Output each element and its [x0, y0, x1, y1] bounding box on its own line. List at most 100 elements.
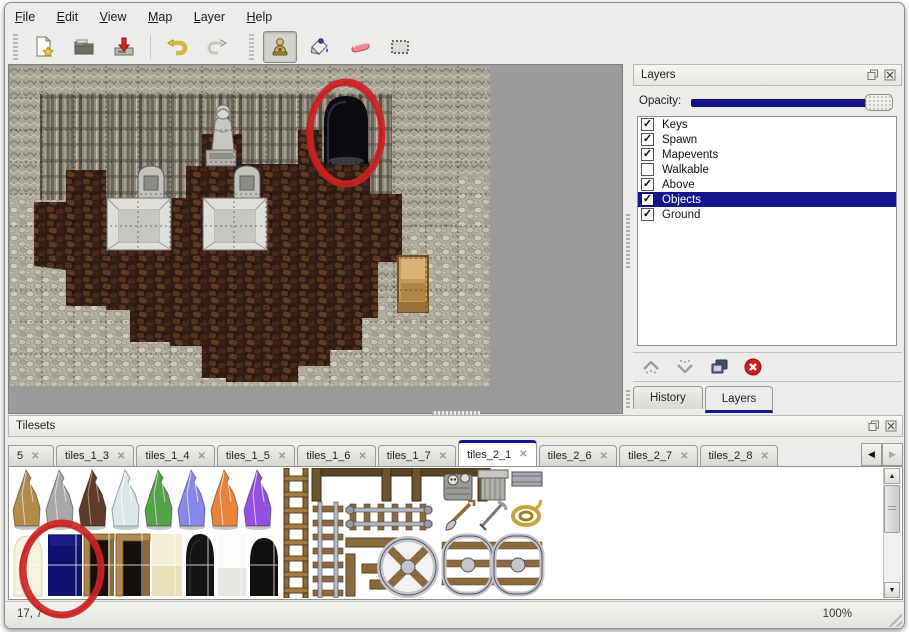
layer-checkbox[interactable]: ✓ [641, 208, 654, 221]
delete-layer-button[interactable] [741, 355, 765, 379]
close-panel-icon[interactable] [883, 68, 897, 82]
layer-row-keys[interactable]: ✓ Keys [638, 117, 896, 132]
close-tab-icon[interactable]: ✕ [680, 451, 688, 462]
menu-map[interactable]: Map [148, 10, 172, 24]
tileset-tab-4[interactable]: tiles_1_6 ✕ [297, 445, 375, 466]
zoom-level: 100% [823, 608, 852, 620]
layer-label: Ground [662, 209, 700, 221]
raise-layer-icon [641, 357, 661, 377]
vertical-splitter[interactable] [624, 64, 632, 414]
tile-crystal-3 [112, 470, 139, 530]
tile-shovel [446, 501, 474, 530]
opacity-slider-thumb[interactable] [865, 94, 893, 111]
scroll-up-button[interactable]: ▲ [884, 468, 900, 484]
delete-layer-icon [743, 357, 763, 377]
close-panel-icon[interactable] [884, 419, 898, 433]
tileset-tab-5[interactable]: tiles_1_7 ✕ [378, 445, 456, 466]
layers-panel-header: Layers [633, 64, 902, 86]
close-tab-icon[interactable]: ✕ [519, 449, 527, 460]
tileset-tab-0[interactable]: 5 ✕ [8, 445, 54, 466]
scroll-down-button[interactable]: ▼ [884, 582, 900, 598]
toolbar-grip[interactable] [13, 34, 18, 60]
new-file-button[interactable] [27, 31, 61, 63]
float-panel-icon[interactable] [866, 68, 880, 82]
layer-row-walkable[interactable]: Walkable [638, 162, 896, 177]
layer-row-above[interactable]: ✓ Above [638, 177, 896, 192]
layer-checkbox[interactable]: ✓ [641, 178, 654, 191]
save-file-button[interactable] [107, 31, 141, 63]
opacity-slider-track[interactable] [691, 99, 867, 107]
close-tab-icon[interactable]: ✕ [117, 451, 125, 462]
tileset-tab-9[interactable]: tiles_2_8 ✕ [700, 445, 778, 466]
tab-scroll-left-button[interactable]: ◀ [861, 443, 882, 466]
open-file-button[interactable] [67, 31, 101, 63]
layer-row-ground[interactable]: ✓ Ground [638, 207, 896, 222]
stone-platform-right [203, 198, 267, 250]
resize-grip[interactable] [886, 611, 902, 627]
stamp-tool-button[interactable] [263, 31, 297, 63]
layer-row-objects[interactable]: ✓ Objects [638, 192, 896, 207]
close-tab-icon[interactable]: ✕ [31, 451, 39, 462]
layer-row-mapevents[interactable]: ✓ Mapevents [638, 147, 896, 162]
menu-edit[interactable]: Edit [57, 10, 79, 24]
tileset-tab-6-active[interactable]: tiles_2_1 ✕ [458, 440, 536, 466]
layer-checkbox[interactable]: ✓ [641, 118, 654, 131]
dock-tab-bar: History Layers [633, 386, 775, 412]
tab-history[interactable]: History [633, 386, 703, 409]
layer-checkbox[interactable]: ✓ [641, 193, 654, 206]
tileset-vertical-scrollbar[interactable]: ▲ ▼ [883, 468, 901, 598]
menu-view[interactable]: View [100, 10, 127, 24]
tileset-tab-8[interactable]: tiles_2_7 ✕ [619, 445, 697, 466]
map-canvas[interactable] [8, 64, 623, 414]
tab-scroll-right-button[interactable]: ▶ [882, 443, 903, 466]
undo-button[interactable] [160, 31, 194, 63]
layer-row-spawn[interactable]: ✓ Spawn [638, 132, 896, 147]
tileset-tab-1[interactable]: tiles_1_3 ✕ [56, 445, 134, 466]
menu-layer[interactable]: Layer [194, 10, 225, 24]
menu-help[interactable]: Help [246, 10, 272, 24]
menu-file[interactable]: File [15, 10, 35, 24]
tile-crystal-1 [46, 470, 73, 530]
close-tab-icon[interactable]: ✕ [761, 451, 769, 462]
tileset-tab-3[interactable]: tiles_1_5 ✕ [217, 445, 295, 466]
close-tab-icon[interactable]: ✕ [278, 451, 286, 462]
tile-ladder [284, 468, 308, 598]
layer-label: Spawn [662, 134, 697, 146]
gravestone-right [234, 166, 260, 200]
tileset-content[interactable]: ▲ ▼ [8, 466, 903, 600]
opacity-label: Opacity: [639, 95, 681, 107]
tileset-tab-7[interactable]: tiles_2_6 ✕ [539, 445, 617, 466]
scrollbar-thumb[interactable] [884, 485, 900, 533]
float-panel-icon[interactable] [867, 419, 881, 433]
layer-label: Mapevents [662, 149, 718, 161]
layer-buttons [633, 352, 902, 382]
app-window: File Edit View Map Layer Help [4, 2, 905, 629]
tile-crystal-6 [211, 470, 238, 530]
layer-label: Above [662, 179, 695, 191]
eraser-tool-button[interactable] [343, 31, 377, 63]
layer-checkbox[interactable] [641, 163, 654, 176]
select-tool-button[interactable] [383, 31, 417, 63]
layers-panel-title: Layers [641, 69, 676, 81]
close-tab-icon[interactable]: ✕ [439, 451, 447, 462]
close-tab-icon[interactable]: ✕ [197, 451, 205, 462]
vertical-splitter-grip[interactable] [626, 214, 630, 270]
layer-checkbox[interactable]: ✓ [641, 148, 654, 161]
layer-checkbox[interactable]: ✓ [641, 133, 654, 146]
raise-layer-button[interactable] [639, 355, 663, 379]
fill-bucket-icon [308, 35, 332, 59]
new-file-icon [32, 35, 56, 59]
tab-layers[interactable]: Layers [705, 386, 774, 413]
close-tab-icon[interactable]: ✕ [600, 451, 608, 462]
tileset-tab-2[interactable]: tiles_1_4 ✕ [136, 445, 214, 466]
tile-crystal-5 [178, 470, 205, 530]
fill-tool-button[interactable] [303, 31, 337, 63]
duplicate-layer-button[interactable] [707, 355, 731, 379]
layers-dock: Layers Opacity: ✓ Keys ✓ Spawn [633, 64, 902, 414]
toolbar-grip-2[interactable] [249, 34, 254, 60]
close-tab-icon[interactable]: ✕ [358, 451, 366, 462]
redo-button[interactable] [200, 31, 234, 63]
status-bar: 17, 7 100% [5, 601, 904, 629]
tile-rail-stub [512, 472, 542, 486]
lower-layer-button[interactable] [673, 355, 697, 379]
